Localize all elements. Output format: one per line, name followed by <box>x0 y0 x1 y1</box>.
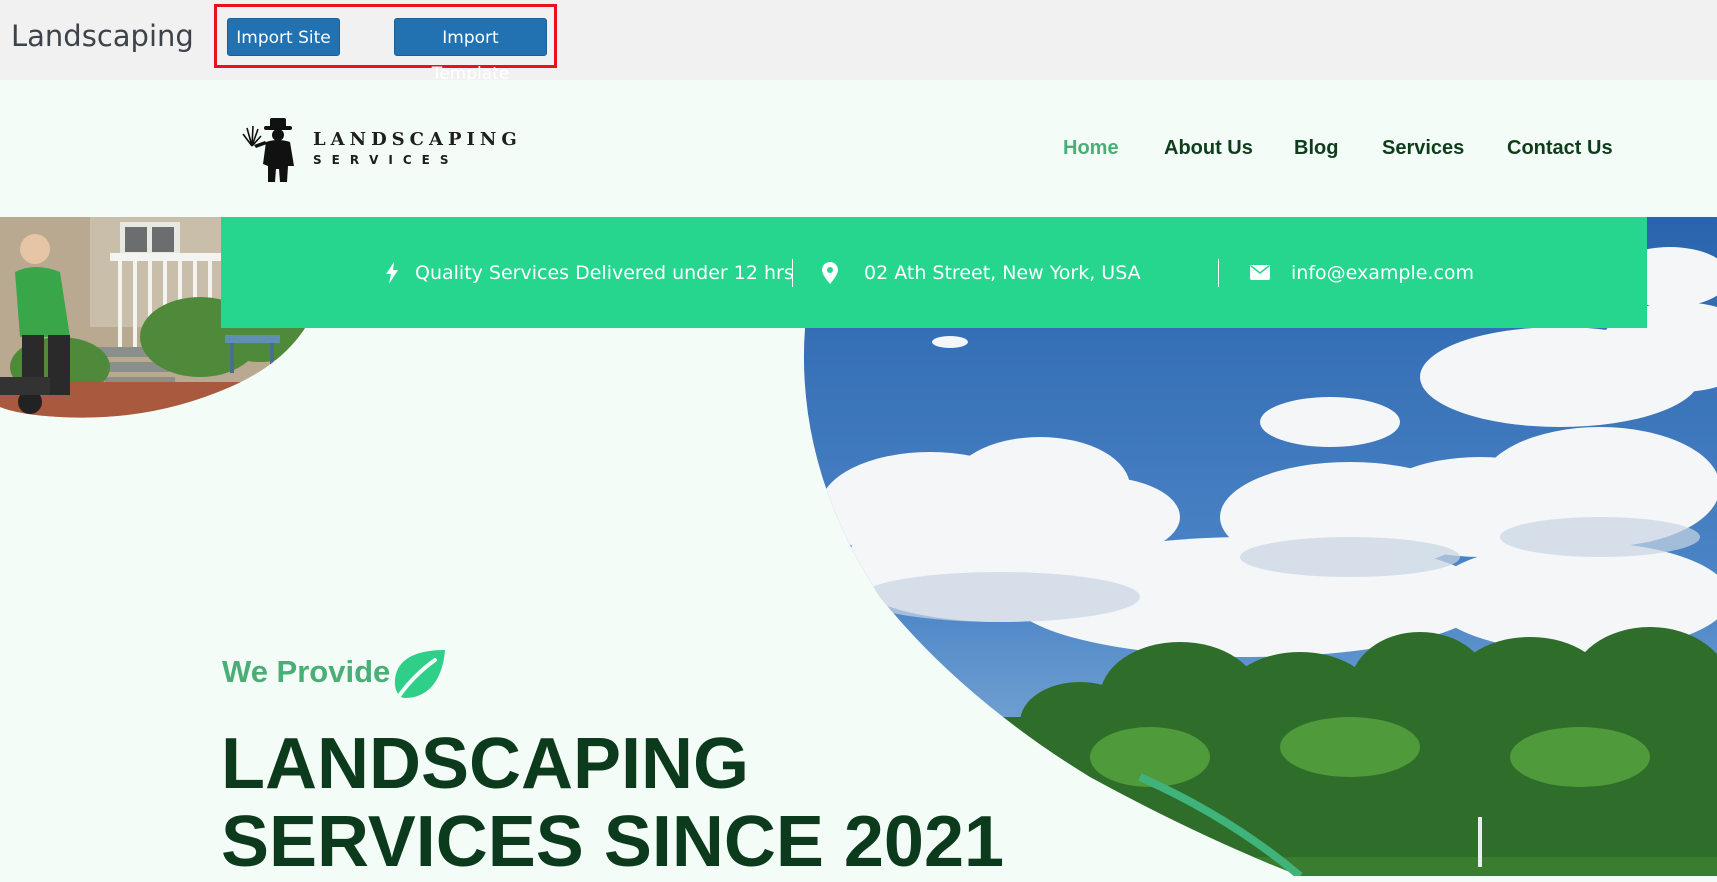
nav-contact-us[interactable]: Contact Us <box>1507 137 1613 160</box>
nav-blog[interactable]: Blog <box>1294 137 1338 160</box>
leaf-icon <box>394 650 445 698</box>
nav-home[interactable]: Home <box>1063 137 1119 160</box>
admin-toolbar: Landscaping Import Site Import Template <box>0 0 1717 84</box>
email-link[interactable]: info@example.com <box>1291 262 1474 284</box>
bolt-icon <box>386 262 398 284</box>
import-template-button[interactable]: Import Template <box>394 18 547 84</box>
info-divider <box>792 259 793 287</box>
hero-headline: LANDSCAPING SERVICES SINCE 2021 <box>221 725 1004 881</box>
info-divider <box>1218 259 1219 287</box>
nav-services[interactable]: Services <box>1382 137 1464 160</box>
service-time-text: Quality Services Delivered under 12 hrs <box>415 262 794 284</box>
envelope-icon <box>1250 265 1270 280</box>
logo-text-primary[interactable]: LANDSCAPING <box>313 129 522 150</box>
import-site-button[interactable]: Import Site <box>227 18 340 56</box>
map-pin-icon <box>822 262 838 284</box>
hero-eyebrow: We Provide <box>222 654 391 689</box>
nav-about-us[interactable]: About Us <box>1164 137 1253 160</box>
hero-headline-line2: SERVICES SINCE 2021 <box>221 802 1005 882</box>
logo-text-secondary[interactable]: SERVICES <box>313 153 458 167</box>
address-text: 02 Ath Street, New York, USA <box>864 262 1141 284</box>
hero-headline-line1: LANDSCAPING <box>221 724 750 804</box>
admin-page-title: Landscaping <box>11 19 194 53</box>
